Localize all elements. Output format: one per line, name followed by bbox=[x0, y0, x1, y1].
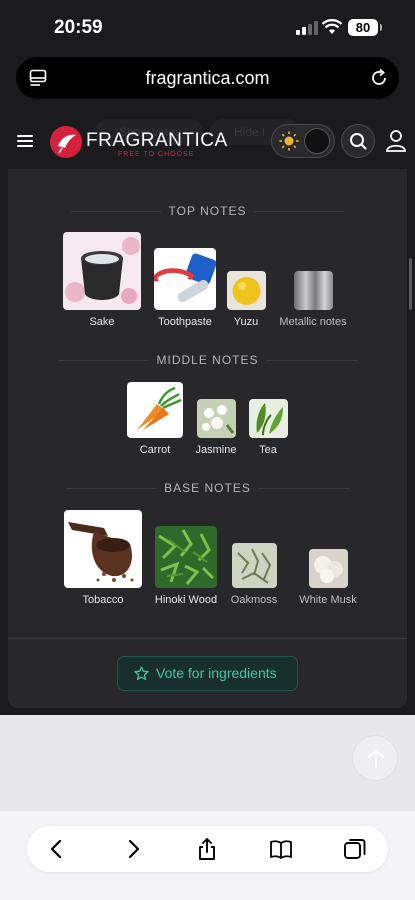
vote-button-label: Vote for ingredients bbox=[156, 665, 277, 681]
oakmoss-image bbox=[231, 543, 277, 588]
tabs-icon[interactable] bbox=[343, 837, 367, 861]
note-sake[interactable]: Sake bbox=[60, 232, 144, 328]
middle-notes-title: MIDDLE NOTES bbox=[8, 353, 407, 367]
reload-icon[interactable] bbox=[369, 68, 389, 88]
hinoki-wood-image bbox=[155, 526, 217, 588]
status-bar: 20:59 80 bbox=[0, 0, 415, 56]
base-notes-title: BASE NOTES bbox=[8, 481, 407, 495]
site-header: Show votes Hide l FRAGRANTICA FREE TO CH… bbox=[0, 113, 415, 169]
user-icon[interactable] bbox=[385, 129, 407, 153]
note-tea[interactable]: Tea bbox=[246, 399, 290, 456]
sake-image bbox=[63, 232, 141, 310]
sun-icon bbox=[279, 131, 299, 151]
top-notes-title: TOP NOTES bbox=[8, 204, 407, 218]
tobacco-image bbox=[64, 510, 142, 588]
note-label: Carrot bbox=[139, 444, 171, 456]
note-label: White Musk bbox=[299, 594, 357, 606]
note-label: Jasmine bbox=[195, 444, 237, 456]
search-icon bbox=[350, 133, 367, 150]
note-label: Toothpaste bbox=[158, 316, 212, 328]
address-bar[interactable]: fragrantica.com bbox=[16, 57, 399, 99]
page-scrollbar[interactable] bbox=[409, 258, 412, 310]
fragrantica-logo[interactable] bbox=[50, 126, 82, 158]
share-icon[interactable] bbox=[195, 837, 219, 861]
note-carrot[interactable]: Carrot bbox=[125, 382, 185, 456]
note-tobacco[interactable]: Tobacco bbox=[62, 510, 144, 606]
carrot-image bbox=[127, 382, 183, 438]
note-label: Tea bbox=[259, 444, 277, 456]
note-label: Tobacco bbox=[82, 594, 124, 606]
yuzu-image bbox=[226, 271, 266, 310]
moon-icon bbox=[304, 128, 330, 154]
divider bbox=[8, 638, 407, 639]
note-label: Oakmoss bbox=[230, 594, 278, 606]
tea-image bbox=[248, 399, 288, 438]
back-icon[interactable] bbox=[45, 837, 69, 861]
note-label: Metallic notes bbox=[279, 316, 347, 328]
note-white-musk[interactable]: White Musk bbox=[288, 549, 368, 606]
brand-tagline: FREE TO CHOOSE bbox=[118, 151, 195, 158]
note-label: Sake bbox=[89, 316, 115, 328]
url-text[interactable]: fragrantica.com bbox=[16, 68, 399, 89]
browser-toolbar bbox=[27, 826, 388, 872]
note-metallic[interactable]: Metallic notes bbox=[275, 271, 351, 328]
note-label: Yuzu bbox=[233, 316, 259, 328]
scroll-to-top-button[interactable] bbox=[352, 735, 398, 781]
wifi-icon bbox=[322, 19, 342, 34]
status-time: 20:59 bbox=[54, 17, 103, 38]
jasmine-image bbox=[196, 399, 236, 438]
metallic-notes-image bbox=[293, 271, 333, 310]
white-musk-image bbox=[308, 549, 348, 588]
note-yuzu[interactable]: Yuzu bbox=[224, 271, 268, 328]
theme-toggle[interactable] bbox=[271, 124, 335, 158]
brand-name[interactable]: FRAGRANTICA bbox=[86, 130, 228, 152]
notes-pyramid-card: TOP NOTES Sake Toothpaste Yuzu Metallic … bbox=[8, 169, 407, 708]
arrow-up-icon bbox=[368, 749, 384, 769]
note-toothpaste[interactable]: Toothpaste bbox=[152, 248, 218, 328]
forward-icon[interactable] bbox=[121, 837, 145, 861]
star-icon bbox=[134, 666, 149, 681]
note-label: Hinoki Wood bbox=[154, 594, 218, 606]
note-hinoki-wood[interactable]: Hinoki Wood bbox=[152, 526, 220, 606]
vote-for-ingredients-button[interactable]: Vote for ingredients bbox=[117, 656, 298, 691]
battery-indicator: 80 bbox=[348, 19, 382, 36]
note-jasmine[interactable]: Jasmine bbox=[194, 399, 238, 456]
search-button[interactable] bbox=[341, 124, 375, 158]
toothpaste-image bbox=[154, 248, 216, 310]
note-oakmoss[interactable]: Oakmoss bbox=[230, 543, 278, 606]
signal-icon bbox=[296, 21, 318, 35]
hamburger-menu-icon[interactable] bbox=[17, 135, 33, 147]
bookmarks-icon[interactable] bbox=[269, 837, 293, 861]
